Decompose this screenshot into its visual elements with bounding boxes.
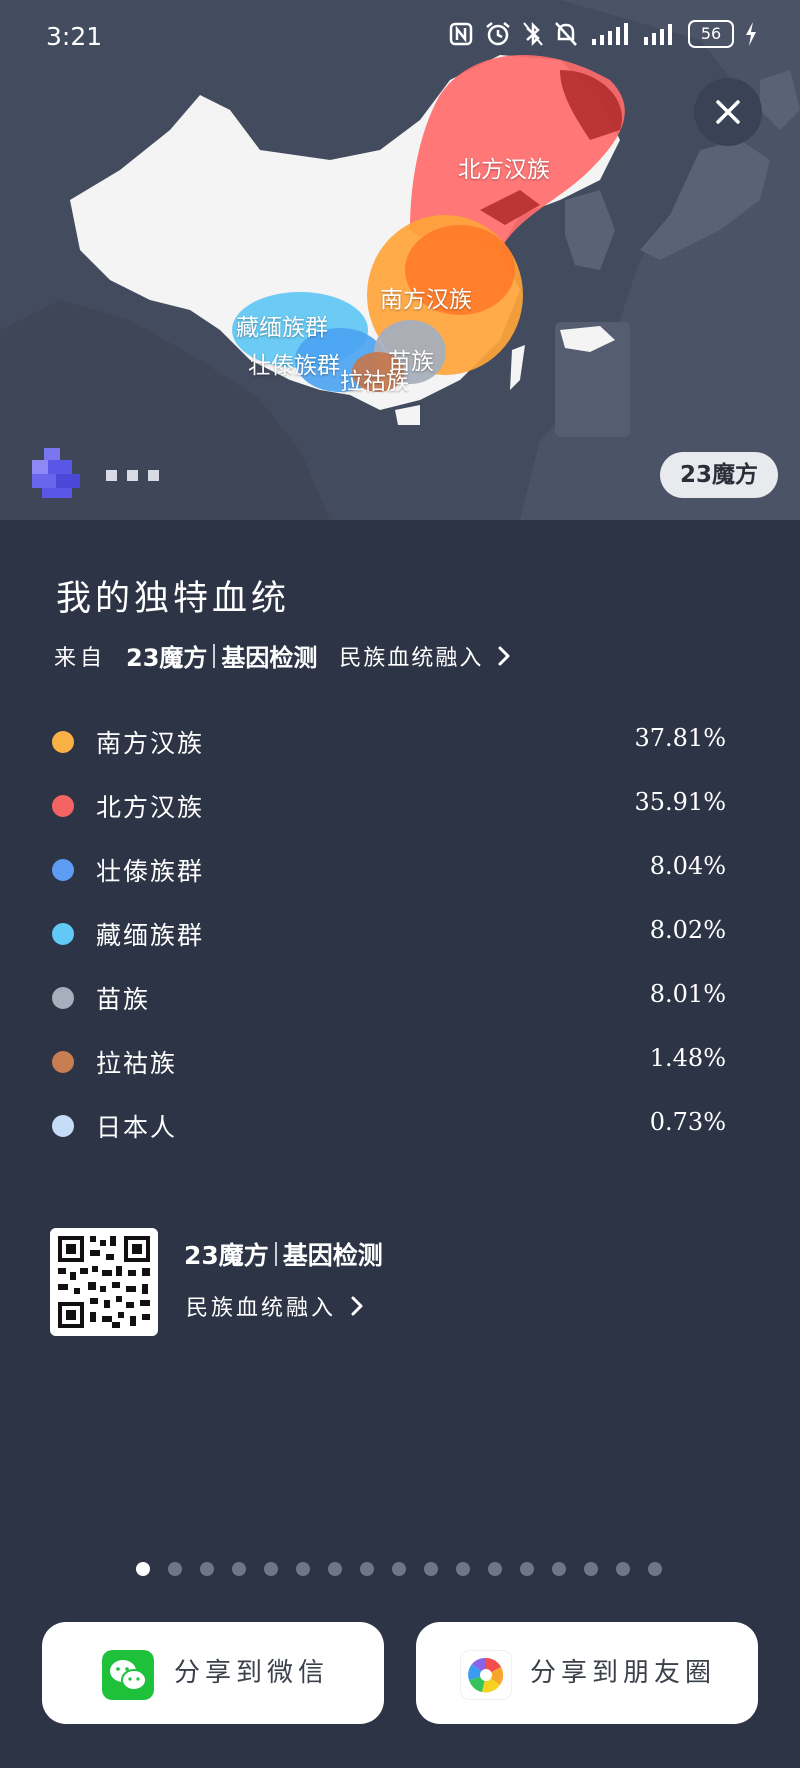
ancestry-name: 藏缅族群	[96, 921, 205, 950]
ancestry-percent: 8.04%	[649, 852, 726, 880]
share-wechat-label: 分享到微信	[174, 1658, 330, 1688]
color-dot	[52, 795, 74, 817]
ancestry-row: 壮傣族群 8.04%	[50, 848, 726, 912]
map-label-lahu: 拉祜族	[340, 369, 409, 395]
page-dot[interactable]	[520, 1562, 534, 1576]
color-dot	[52, 1115, 74, 1137]
ancestry-row: 北方汉族 35.91%	[50, 784, 726, 848]
page-dot[interactable]	[648, 1562, 662, 1576]
source-brand: 23魔方	[126, 644, 208, 672]
map-label-south-han: 南方汉族	[380, 287, 472, 313]
close-button[interactable]	[694, 78, 762, 146]
qr-brand-name: 23魔方	[184, 1241, 269, 1270]
source-link[interactable]: 民族血统融入	[339, 640, 483, 672]
status-time: 3:21	[46, 22, 103, 51]
page-dot[interactable]	[488, 1562, 502, 1576]
color-dot	[52, 923, 74, 945]
map-label-zhuang-dai: 壮傣族群	[248, 353, 340, 379]
ancestry-name: 北方汉族	[96, 793, 205, 822]
page-dot[interactable]	[616, 1562, 630, 1576]
page-dot[interactable]	[264, 1562, 278, 1576]
ancestry-percent: 37.81%	[634, 724, 726, 752]
color-dot	[52, 987, 74, 1009]
page-dot[interactable]	[584, 1562, 598, 1576]
share-wechat-button[interactable]: 分享到微信	[42, 1622, 384, 1724]
chevron-right-icon	[498, 646, 510, 665]
ancestry-name: 南方汉族	[96, 729, 205, 758]
share-moments-button[interactable]: 分享到朋友圈	[416, 1622, 758, 1724]
battery-icon: 56	[688, 20, 734, 48]
page-dot[interactable]	[168, 1562, 182, 1576]
source-from-label: 来自	[54, 645, 107, 671]
page-dot[interactable]	[296, 1562, 310, 1576]
ancestry-percent: 0.73%	[649, 1108, 726, 1136]
chevron-right-icon	[351, 1296, 363, 1316]
qr-brand: 23魔方 基因检测	[184, 1236, 383, 1272]
page-dot[interactable]	[360, 1562, 374, 1576]
alarm-icon	[486, 22, 510, 46]
ancestry-row: 日本人 0.73%	[50, 1104, 726, 1168]
ancestry-list: 南方汉族 37.81% 北方汉族 35.91% 壮傣族群 8.04% 藏缅族群 8.02…	[50, 720, 726, 1168]
map-label-north-han: 北方汉族	[458, 157, 550, 183]
signal-icon	[644, 24, 672, 45]
page-dot[interactable]	[552, 1562, 566, 1576]
wechat-icon	[102, 1650, 154, 1700]
status-bar: 3:21 56	[0, 0, 800, 80]
color-dot	[52, 859, 74, 881]
page-dot[interactable]	[136, 1562, 150, 1576]
ancestry-row: 拉祜族 1.48%	[50, 1040, 726, 1104]
ancestry-percent: 8.02%	[649, 916, 726, 944]
ancestry-name: 日本人	[96, 1113, 178, 1142]
qr-link-label: 民族血统融入	[186, 1296, 337, 1321]
page-indicator	[136, 1562, 662, 1576]
source-line[interactable]: 来自 23魔方 基因检测 民族血统融入	[54, 638, 511, 673]
ancestry-name: 壮傣族群	[96, 857, 205, 886]
ancestry-name: 拉祜族	[96, 1049, 178, 1078]
ancestry-percent: 1.48%	[649, 1044, 726, 1072]
map-label-tibeto-burman: 藏缅族群	[236, 315, 328, 341]
color-dot	[52, 731, 74, 753]
qr-code	[50, 1228, 158, 1336]
share-moments-label: 分享到朋友圈	[530, 1658, 717, 1688]
close-icon	[716, 100, 740, 124]
page-dot[interactable]	[328, 1562, 342, 1576]
ancestry-row: 藏缅族群 8.02%	[50, 912, 726, 976]
mute-icon	[555, 22, 577, 46]
qr-brand-sub: 基因检测	[282, 1241, 383, 1270]
ancestry-row: 苗族 8.01%	[50, 976, 726, 1040]
divider	[213, 643, 216, 668]
avatar	[32, 448, 80, 498]
ancestry-name: 苗族	[96, 985, 151, 1014]
moments-icon	[460, 1650, 512, 1700]
page-dot[interactable]	[392, 1562, 406, 1576]
ancestry-map: 北方汉族 南方汉族 藏缅族群 壮傣族群 苗族 拉祜族 3:21 56 23魔方	[0, 0, 800, 520]
page-dot[interactable]	[232, 1562, 246, 1576]
page-title: 我的独特血统	[56, 579, 291, 619]
divider	[274, 1242, 277, 1266]
status-icons: 56	[448, 20, 758, 48]
nfc-icon	[449, 22, 473, 46]
username-placeholder	[106, 470, 159, 481]
ancestry-row: 南方汉族 37.81%	[50, 720, 726, 784]
color-dot	[52, 1051, 74, 1073]
qr-link[interactable]: 民族血统融入	[186, 1290, 364, 1322]
signal-icon	[592, 23, 628, 45]
page-dot[interactable]	[424, 1562, 438, 1576]
page-dot[interactable]	[456, 1562, 470, 1576]
ancestry-percent: 8.01%	[649, 980, 726, 1008]
source-brand-sub: 基因检测	[221, 644, 318, 672]
ancestry-percent: 35.91%	[634, 788, 726, 816]
bluetooth-icon	[523, 21, 543, 47]
brand-badge: 23魔方	[660, 452, 778, 498]
page-dot[interactable]	[200, 1562, 214, 1576]
charging-icon	[746, 22, 756, 46]
